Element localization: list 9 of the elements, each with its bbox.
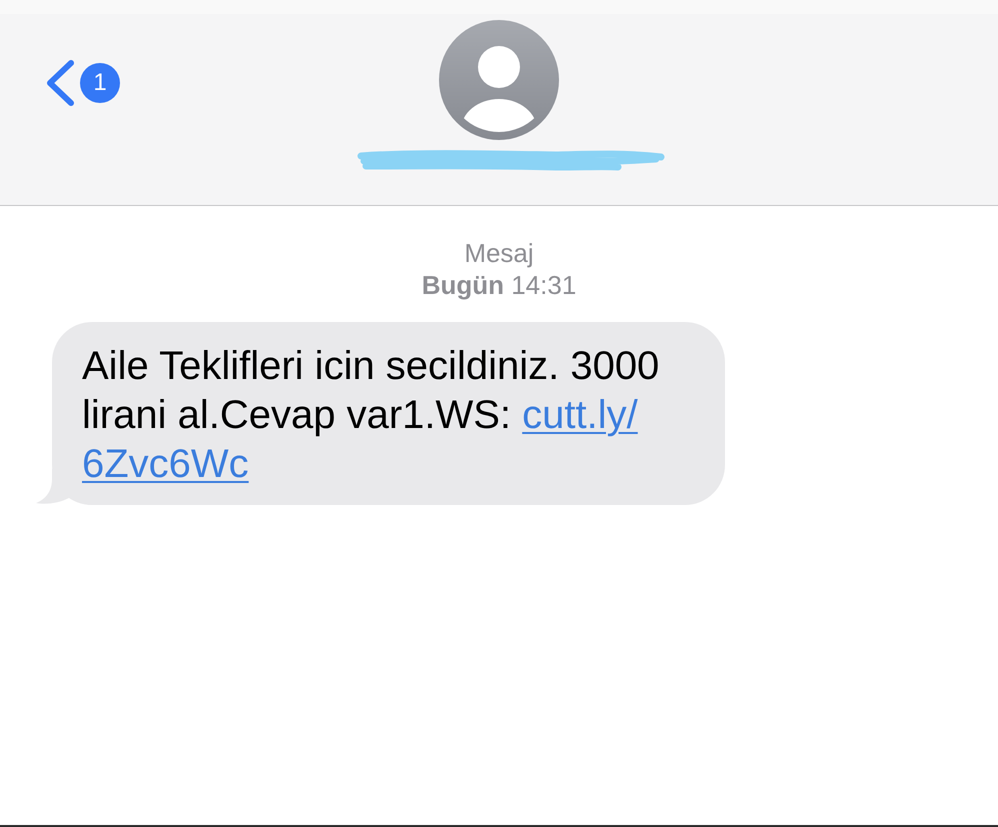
message-link[interactable]: cutt.ly/ (522, 393, 638, 437)
back-button[interactable]: 1 (45, 60, 120, 106)
avatar-icon (439, 20, 559, 140)
message-text: Aile Teklifleri icin secildiniz. 3000 lirani al.Cevap var1.WS: cutt.ly/ 6Zvc6Wc (82, 343, 660, 488)
message-timestamp: Bugün 14:31 (422, 269, 576, 301)
service-label: Mesaj (464, 237, 534, 269)
chevron-left-icon (45, 60, 75, 106)
unread-count-badge: 1 (80, 63, 120, 103)
message-link[interactable]: 6Zvc6Wc (82, 442, 249, 486)
